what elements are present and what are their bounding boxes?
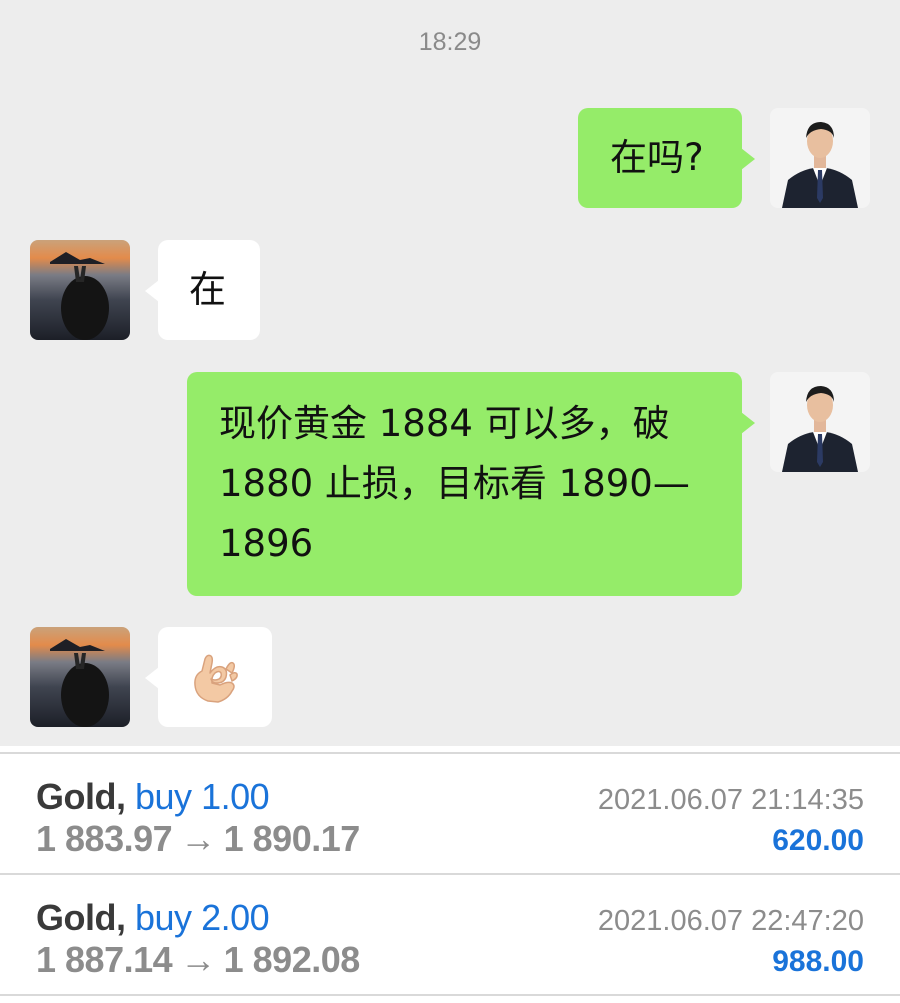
trade-row[interactable]: Gold, buy 1.00 1 883.97 → 1 890.17 2021.06… bbox=[0, 754, 900, 872]
open-price: 1 887.14 bbox=[36, 939, 173, 980]
message-text-line: 1880 止损，目标看 1890— bbox=[219, 462, 690, 505]
chat-timestamp: 18:29 bbox=[418, 28, 482, 56]
trade-title: Gold, buy 2.00 bbox=[36, 897, 270, 939]
trade-symbol: Gold bbox=[36, 897, 116, 938]
message-text-line: 现价黄金 1884 可以多，破 bbox=[219, 402, 670, 445]
close-price: 1 892.08 bbox=[223, 939, 361, 980]
message-text-line: 1896 bbox=[219, 522, 314, 565]
my-avatar[interactable] bbox=[770, 372, 870, 472]
trade-title: Gold, buy 1.00 bbox=[36, 776, 270, 818]
comma: , bbox=[115, 897, 135, 938]
trade-profit: 620.00 bbox=[772, 824, 864, 857]
ok-hand-icon bbox=[194, 654, 238, 703]
trade-row[interactable]: Gold, buy 2.00 1 887.14 → 1 892.08 2021.06… bbox=[0, 875, 900, 993]
trade-side: buy bbox=[135, 776, 192, 817]
contact-message-bubble[interactable] bbox=[145, 627, 272, 727]
trade-time: 2021.06.07 22:47:20 bbox=[597, 905, 864, 937]
my-message-bubble[interactable]: 在吗? bbox=[578, 108, 755, 208]
trade-volume: 1.00 bbox=[201, 776, 270, 817]
chat-area[interactable]: 18:29 在吗? 在 现价黄金 1884 可以多，破 1880 止损，目标看 … bbox=[0, 0, 900, 746]
trade-profit: 988.00 bbox=[772, 945, 864, 978]
trade-prices: 1 887.14 → 1 892.08 bbox=[36, 939, 360, 981]
trade-history: Gold, buy 1.00 1 883.97 → 1 890.17 2021.06… bbox=[0, 746, 900, 1003]
divider bbox=[0, 994, 900, 996]
message-text: 在 bbox=[189, 268, 226, 311]
my-message-bubble[interactable]: 现价黄金 1884 可以多，破 1880 止损，目标看 1890— 1896 bbox=[187, 372, 755, 596]
open-price: 1 883.97 bbox=[36, 818, 173, 859]
arrow-right-icon: → bbox=[180, 818, 216, 859]
sunset-mountain-avatar-icon bbox=[30, 627, 130, 727]
man-in-suit-avatar-icon bbox=[770, 108, 870, 208]
man-in-suit-avatar-icon bbox=[770, 372, 870, 472]
close-price: 1 890.17 bbox=[223, 818, 361, 859]
trade-side: buy bbox=[135, 897, 192, 938]
trade-symbol: Gold bbox=[36, 776, 116, 817]
arrow-right-icon: → bbox=[180, 939, 216, 980]
trade-prices: 1 883.97 → 1 890.17 bbox=[36, 818, 360, 860]
trade-time: 2021.06.07 21:14:35 bbox=[597, 784, 864, 816]
trade-volume: 2.00 bbox=[201, 897, 270, 938]
contact-avatar[interactable] bbox=[30, 240, 130, 340]
message-text: 在吗? bbox=[610, 136, 704, 179]
sunset-mountain-avatar-icon bbox=[30, 240, 130, 340]
contact-avatar[interactable] bbox=[30, 627, 130, 727]
contact-message-bubble[interactable]: 在 bbox=[145, 240, 260, 340]
my-avatar[interactable] bbox=[770, 108, 870, 208]
comma: , bbox=[115, 776, 135, 817]
